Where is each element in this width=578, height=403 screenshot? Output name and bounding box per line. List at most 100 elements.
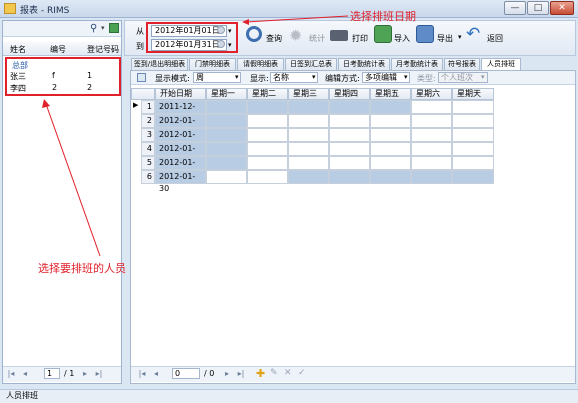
schedule-cell[interactable]: [370, 142, 411, 156]
schedule-cell[interactable]: [411, 156, 452, 170]
schedule-cell[interactable]: [329, 114, 370, 128]
search-icon[interactable]: ⚲: [90, 23, 97, 34]
stats-button[interactable]: 统计: [309, 33, 325, 44]
back-button[interactable]: 返回: [487, 33, 503, 44]
schedule-cell[interactable]: [411, 128, 452, 142]
schedule-cell[interactable]: [288, 100, 329, 114]
tab-door-detail[interactable]: 门禁明细表: [189, 58, 236, 70]
schedule-cell[interactable]: [452, 128, 494, 142]
schedule-cell[interactable]: [206, 128, 247, 142]
schedule-cell[interactable]: [247, 156, 288, 170]
export-button[interactable]: 导出: [437, 33, 453, 44]
header-name[interactable]: 姓名: [10, 44, 26, 55]
schedule-cell[interactable]: [247, 128, 288, 142]
first-page-icon[interactable]: |◂: [137, 369, 147, 379]
next-page-icon[interactable]: ▸: [80, 369, 90, 379]
query-button[interactable]: 查询: [266, 33, 282, 44]
chevron-down-icon[interactable]: ▾: [404, 73, 408, 81]
schedule-cell[interactable]: [370, 156, 411, 170]
schedule-cell[interactable]: [288, 142, 329, 156]
schedule-cell[interactable]: [329, 142, 370, 156]
prev-page-icon[interactable]: ◂: [151, 369, 161, 379]
edit-mode-select[interactable]: 多项编辑: [362, 72, 410, 83]
schedule-cell[interactable]: [288, 170, 329, 184]
schedule-cell[interactable]: [247, 170, 288, 184]
start-date-cell[interactable]: 2012-01-09: [155, 128, 206, 151]
schedule-cell[interactable]: [206, 156, 247, 170]
schedule-cell[interactable]: [206, 114, 247, 128]
header-start-date[interactable]: 开始日期: [155, 88, 206, 100]
schedule-cell[interactable]: [370, 170, 411, 184]
start-date-cell[interactable]: 2012-01-23: [155, 156, 206, 179]
chevron-down-icon[interactable]: ▾: [235, 73, 239, 81]
chevron-down-icon[interactable]: ▾: [481, 73, 485, 81]
schedule-cell[interactable]: [247, 100, 288, 114]
import-icon[interactable]: [374, 25, 392, 43]
schedule-cell[interactable]: [411, 100, 452, 114]
confirm-icon[interactable]: ✓: [298, 368, 306, 378]
schedule-cell[interactable]: [452, 100, 494, 114]
header-saturday[interactable]: 星期六: [411, 88, 452, 100]
grid-icon[interactable]: [137, 73, 146, 82]
schedule-cell[interactable]: [329, 128, 370, 142]
header-reg-number[interactable]: 登记号码: [87, 44, 119, 55]
refresh-icon[interactable]: [109, 23, 119, 33]
schedule-cell[interactable]: [247, 114, 288, 128]
schedule-cell[interactable]: [370, 114, 411, 128]
chevron-down-icon[interactable]: ▾: [101, 24, 105, 32]
header-monday[interactable]: 星期一: [206, 88, 247, 100]
header-code[interactable]: 编号: [50, 44, 66, 55]
start-date-cell[interactable]: 2012-01-16: [155, 142, 206, 165]
first-page-icon[interactable]: |◂: [6, 369, 16, 379]
last-page-icon[interactable]: ▸|: [236, 369, 246, 379]
search-icon[interactable]: [246, 26, 262, 42]
schedule-cell[interactable]: [411, 142, 452, 156]
header-tuesday[interactable]: 星期二: [247, 88, 288, 100]
tab-daily-signin-summary[interactable]: 日签到汇总表: [285, 58, 337, 70]
header-friday[interactable]: 星期五: [370, 88, 411, 100]
schedule-cell[interactable]: [452, 142, 494, 156]
schedule-cell[interactable]: [411, 114, 452, 128]
schedule-cell[interactable]: [452, 114, 494, 128]
schedule-cell[interactable]: [452, 156, 494, 170]
tab-signin-detail[interactable]: 签到/退出明细表: [131, 58, 188, 70]
schedule-cell[interactable]: [452, 170, 494, 184]
minimize-button[interactable]: —: [504, 1, 526, 15]
display-select[interactable]: 名称: [270, 72, 318, 83]
add-icon[interactable]: ✚: [256, 367, 265, 380]
schedule-cell[interactable]: [206, 170, 247, 184]
maximize-button[interactable]: □: [527, 1, 549, 15]
tab-symbol-report[interactable]: 符号报表: [444, 58, 480, 70]
schedule-cell[interactable]: [370, 100, 411, 114]
chevron-down-icon[interactable]: ▾: [458, 33, 462, 41]
schedule-cell[interactable]: [288, 156, 329, 170]
schedule-cell[interactable]: [206, 142, 247, 156]
schedule-cell[interactable]: [370, 128, 411, 142]
prev-page-icon[interactable]: ◂: [20, 369, 30, 379]
page-input[interactable]: 1: [44, 368, 60, 379]
printer-icon[interactable]: [330, 30, 348, 41]
gear-icon[interactable]: ✹: [289, 26, 302, 45]
tab-monthly-attendance[interactable]: 月考勤统计表: [391, 58, 443, 70]
header-sunday[interactable]: 星期天: [452, 88, 494, 100]
page-input[interactable]: 0: [172, 368, 200, 379]
chevron-down-icon[interactable]: ▾: [312, 73, 316, 81]
last-page-icon[interactable]: ▸|: [94, 369, 104, 379]
schedule-cell[interactable]: [411, 170, 452, 184]
export-icon[interactable]: [416, 25, 434, 43]
back-icon[interactable]: ↶: [466, 24, 480, 44]
edit-icon[interactable]: ✎: [270, 368, 278, 378]
start-date-cell[interactable]: 2012-01-30: [155, 170, 206, 193]
schedule-cell[interactable]: [288, 128, 329, 142]
schedule-cell[interactable]: [329, 100, 370, 114]
schedule-cell[interactable]: [288, 114, 329, 128]
schedule-cell[interactable]: [247, 142, 288, 156]
import-button[interactable]: 导入: [394, 33, 410, 44]
tab-daily-attendance[interactable]: 日考勤统计表: [338, 58, 390, 70]
close-button[interactable]: ✕: [550, 1, 574, 15]
header-thursday[interactable]: 星期四: [329, 88, 370, 100]
start-date-cell[interactable]: 2011-12-26: [155, 100, 206, 123]
print-button[interactable]: 打印: [352, 33, 368, 44]
tab-leave-detail[interactable]: 请假明细表: [237, 58, 284, 70]
schedule-cell[interactable]: [206, 100, 247, 114]
